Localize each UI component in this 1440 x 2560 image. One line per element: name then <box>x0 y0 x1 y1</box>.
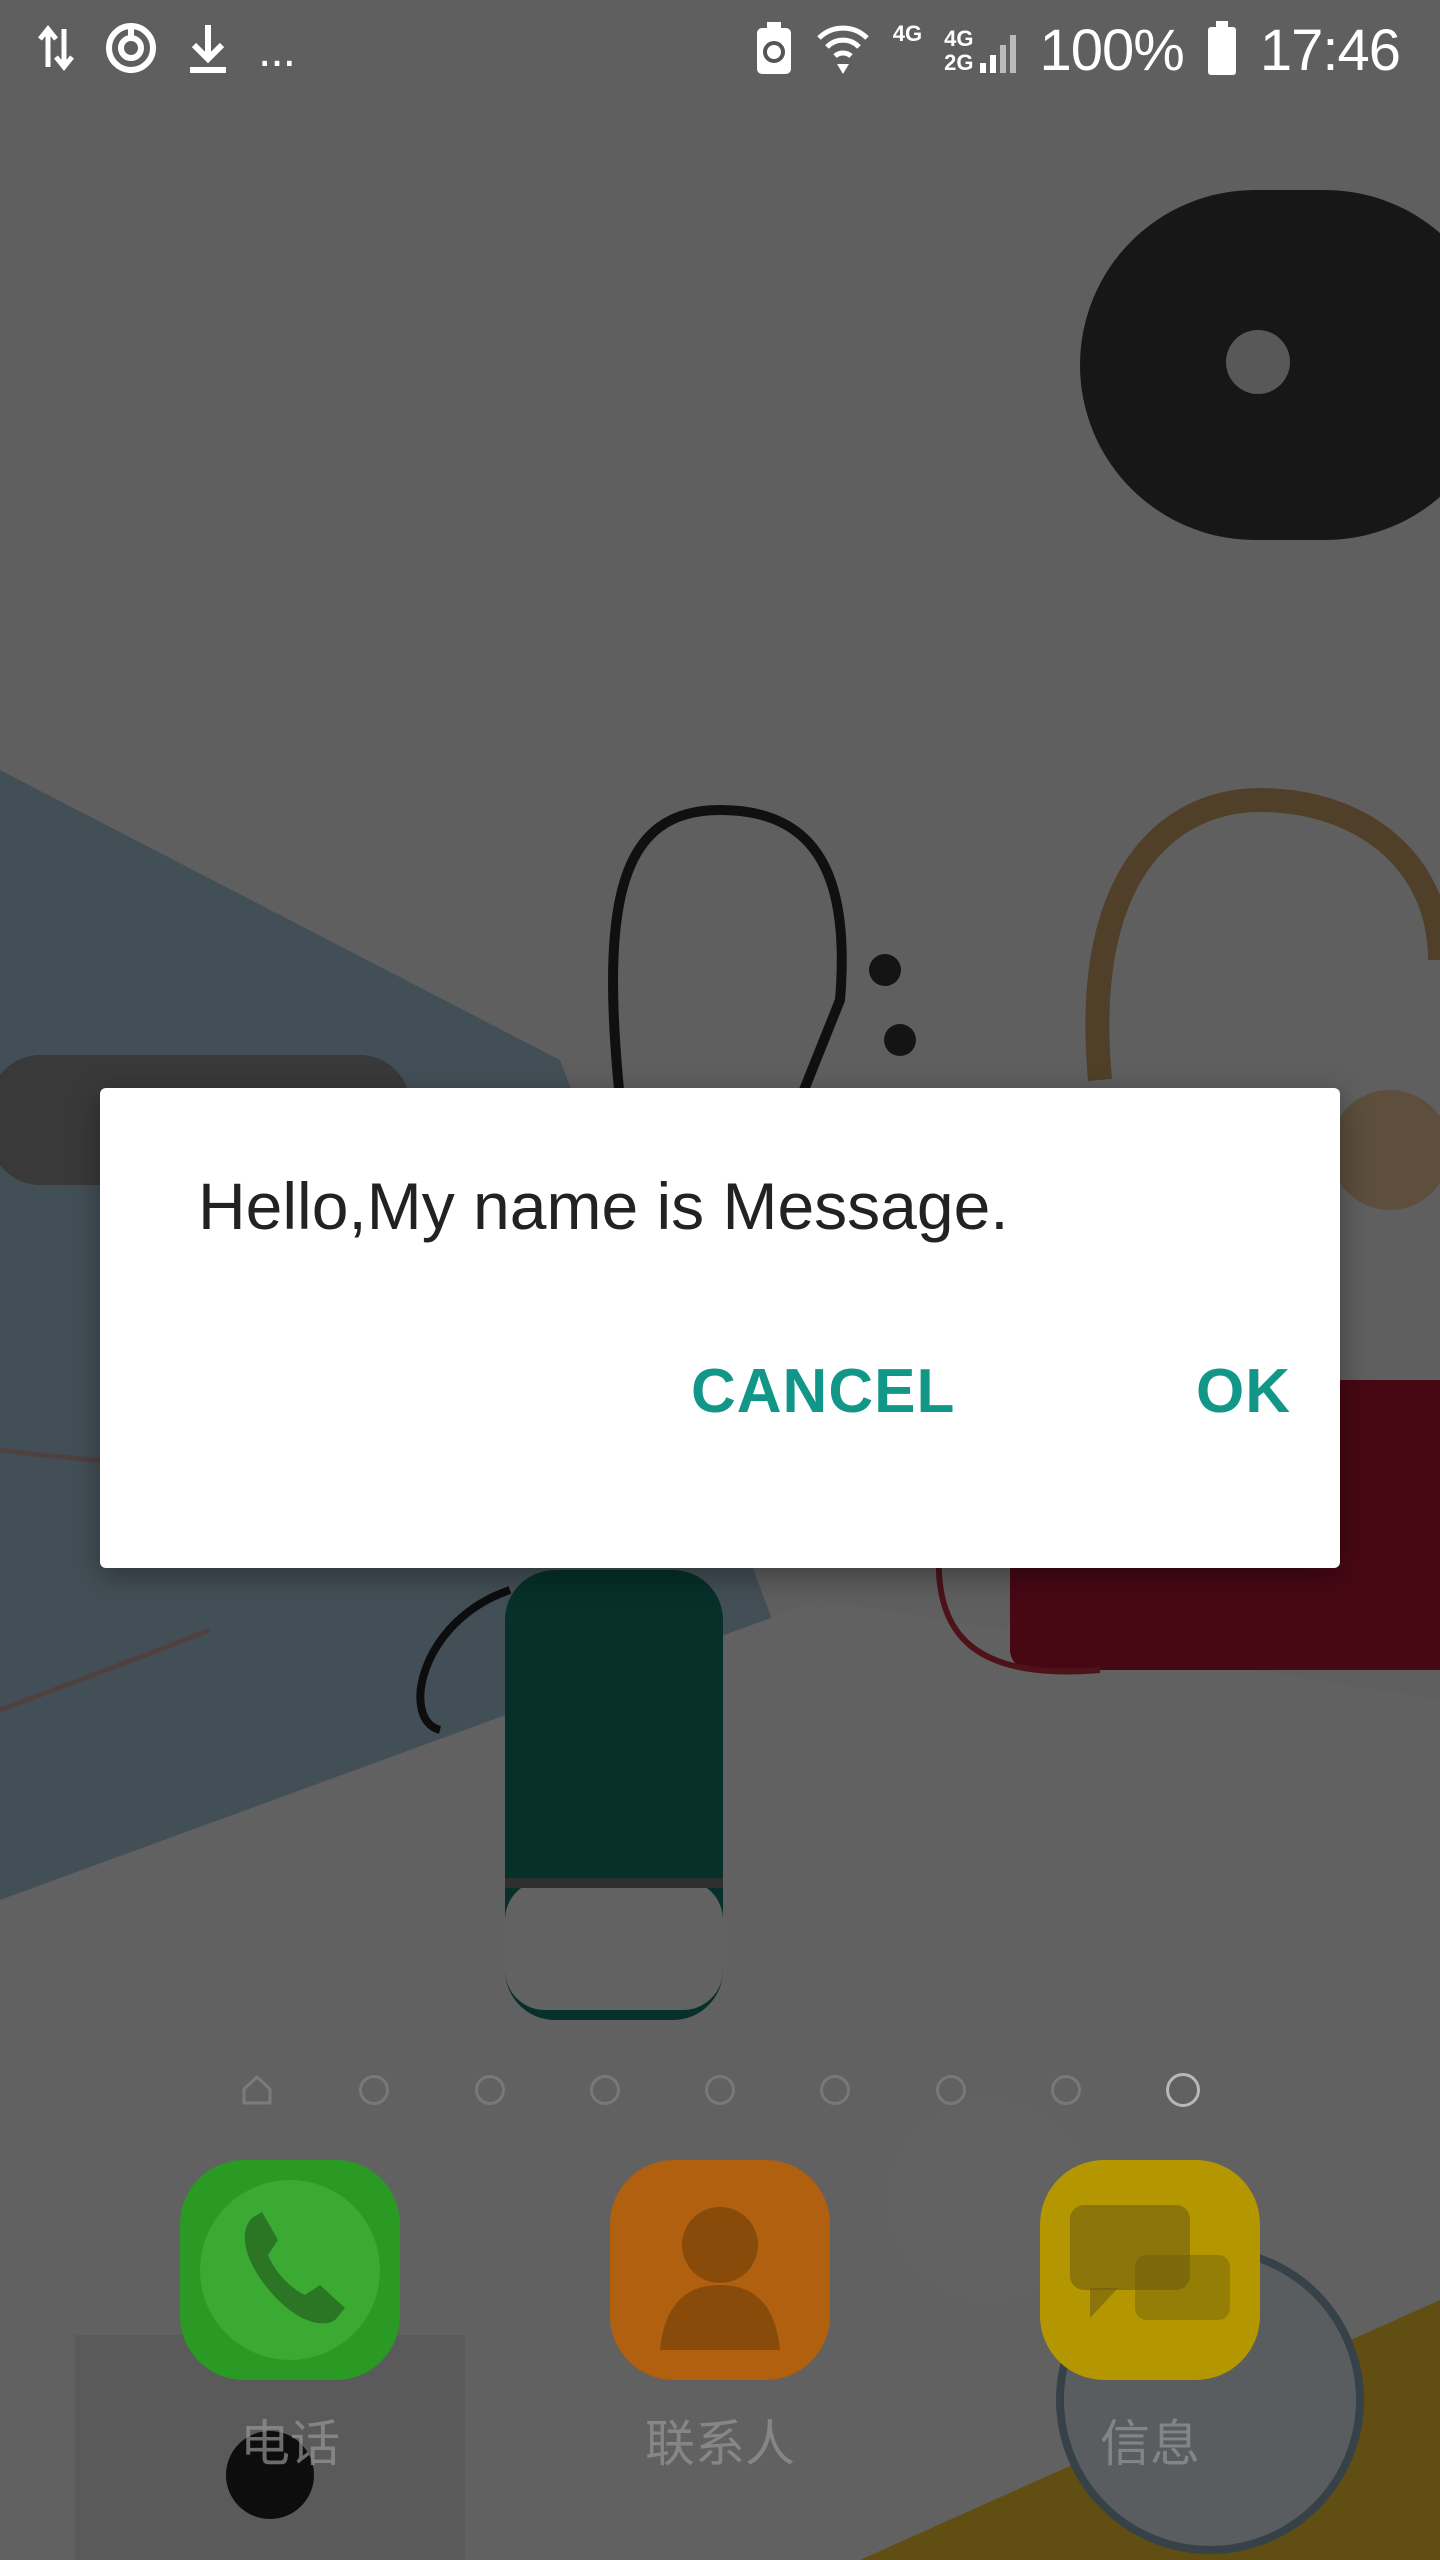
phone-icon <box>180 2160 400 2380</box>
home-page-icon[interactable] <box>240 2073 274 2107</box>
dock-item-messages[interactable]: 信息 <box>1035 2160 1265 2476</box>
wifi-icon <box>815 20 871 81</box>
ok-button[interactable]: OK <box>1178 1346 1309 1437</box>
clock: 17:46 <box>1259 17 1401 83</box>
status-bar-left: ... <box>36 18 296 82</box>
page-indicator <box>240 2070 1200 2110</box>
dialog-message: Hello,My name is Message. <box>198 1169 1009 1243</box>
page-dot[interactable] <box>705 2075 735 2105</box>
battery-saver-icon <box>755 20 793 81</box>
download-icon <box>186 21 230 80</box>
messages-icon <box>1040 2160 1260 2380</box>
dock-item-phone[interactable]: 电话 <box>175 2160 405 2476</box>
signal-4g-2g-icon: 4G 2G <box>944 25 1017 75</box>
signal-2g-label: 2G <box>944 50 974 75</box>
page-dot[interactable] <box>359 2075 390 2105</box>
dock-label-contacts: 联系人 <box>645 2415 795 2473</box>
status-bar: ... 4G 4G 2G 100% 17:46 <box>0 0 1440 100</box>
more-notifications-icon: ... <box>258 23 296 77</box>
battery-icon <box>1206 19 1238 82</box>
sync-icon <box>104 21 158 80</box>
page-dot[interactable] <box>935 2075 966 2105</box>
dock-label-messages: 信息 <box>1100 2415 1200 2473</box>
cancel-button[interactable]: CANCEL <box>673 1346 973 1437</box>
alert-dialog: Hello,My name is Message. CANCEL OK <box>100 1088 1340 1568</box>
page-dot-active[interactable] <box>1166 2073 1200 2107</box>
status-bar-right: 4G 4G 2G 100% 17:46 <box>755 14 1401 86</box>
dock-label-phone: 电话 <box>240 2415 340 2473</box>
dock-item-contacts[interactable]: 联系人 <box>605 2160 835 2476</box>
data-transfer-icon <box>36 23 76 78</box>
signal-4g-label: 4G <box>944 26 974 51</box>
page-dot[interactable] <box>474 2075 505 2105</box>
battery-percent: 100% <box>1039 17 1185 83</box>
contacts-icon <box>610 2160 830 2380</box>
page-dot[interactable] <box>1050 2075 1081 2105</box>
page-dot[interactable] <box>589 2075 620 2105</box>
page-dot[interactable] <box>820 2075 851 2105</box>
signal-4g-icon: 4G <box>892 21 923 46</box>
